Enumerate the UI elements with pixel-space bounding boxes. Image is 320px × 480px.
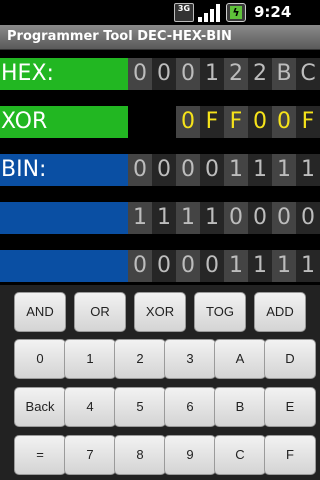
network-3g-icon: 3G [174,3,194,22]
bin-digit[interactable]: 0 [128,154,152,186]
bin-digit[interactable]: 0 [152,250,176,282]
key-d[interactable]: D [264,339,316,379]
key-7[interactable]: 7 [64,435,116,475]
bin-digit[interactable]: 1 [272,250,296,282]
bin-digit[interactable]: 0 [296,202,320,234]
xor-digits: 0 F F 0 0 F [128,106,320,138]
bin-digit[interactable]: 0 [128,250,152,282]
signal-icon [198,3,220,22]
xor-button[interactable]: XOR [134,292,186,332]
bin-digit[interactable]: 1 [272,154,296,186]
status-bar: 3G ϟ 9:24 PM [0,0,320,40]
xor-digit[interactable]: F [296,106,320,138]
key-6[interactable]: 6 [164,387,216,427]
bin-row-2: 1 1 1 1 0 0 0 0 [0,202,320,234]
key-1[interactable]: 1 [64,339,116,379]
bin-row-2-digits: 1 1 1 1 0 0 0 0 [128,202,320,234]
bin-digits: 0 0 0 0 1 1 1 1 [128,154,320,186]
bin-digit[interactable]: 0 [200,250,224,282]
key-a[interactable]: A [214,339,266,379]
xor-digit[interactable]: 0 [248,106,272,138]
bin-digit[interactable]: 0 [272,202,296,234]
xor-digit[interactable]: 0 [176,106,200,138]
bin-row-2-label [0,202,128,234]
xor-digit[interactable] [152,106,176,138]
hex-digit[interactable]: 2 [224,58,248,90]
key-e[interactable]: E [264,387,316,427]
equals-button[interactable]: = [14,435,66,475]
bin-digit[interactable]: 1 [248,154,272,186]
bin-digit[interactable]: 1 [200,202,224,234]
xor-row: XOR 0 F F 0 0 F [0,106,320,138]
xor-digit[interactable]: F [224,106,248,138]
bin-digit[interactable]: 1 [152,202,176,234]
hex-digit[interactable]: 0 [176,58,200,90]
bin-digit[interactable]: 0 [152,154,176,186]
bin-digit[interactable]: 1 [176,202,200,234]
or-button[interactable]: OR [74,292,126,332]
key-0[interactable]: 0 [14,339,66,379]
bin-digit[interactable]: 1 [296,250,320,282]
bin-digit[interactable]: 1 [224,250,248,282]
key-c[interactable]: C [214,435,266,475]
xor-digit[interactable]: F [200,106,224,138]
add-button[interactable]: ADD [254,292,306,332]
hex-digit[interactable]: C [296,58,320,90]
keypad: AND OR XOR TOG ADD 0 1 2 3 A D Back 4 5 … [0,285,320,480]
key-2[interactable]: 2 [114,339,166,379]
and-button[interactable]: AND [14,292,66,332]
bin-label: BIN: [0,154,128,186]
key-5[interactable]: 5 [114,387,166,427]
back-button[interactable]: Back [14,387,66,427]
hex-digit[interactable]: B [272,58,296,90]
key-b[interactable]: B [214,387,266,427]
hex-digits: 0 0 0 1 2 2 B C [128,58,320,90]
xor-digit[interactable]: 0 [272,106,296,138]
bin-digit[interactable]: 0 [176,250,200,282]
xor-digit[interactable] [128,106,152,138]
bin-digit[interactable]: 0 [176,154,200,186]
hex-row: HEX: 0 0 0 1 2 2 B C [0,58,320,90]
bin-row: BIN: 0 0 0 0 1 1 1 1 [0,154,320,186]
battery-charging-icon: ϟ [226,3,246,22]
title-bar: Programmer Tool DEC-HEX-BIN [0,25,320,50]
bin-digit[interactable]: 1 [296,154,320,186]
bin-digit[interactable]: 1 [248,250,272,282]
key-8[interactable]: 8 [114,435,166,475]
key-9[interactable]: 9 [164,435,216,475]
bin-row-3-label [0,250,128,282]
hex-label: HEX: [0,58,128,90]
hex-digit[interactable]: 0 [152,58,176,90]
bin-digit[interactable]: 0 [248,202,272,234]
bin-digit[interactable]: 1 [128,202,152,234]
bin-digit[interactable]: 0 [224,202,248,234]
hex-digit[interactable]: 0 [128,58,152,90]
xor-label: XOR [0,106,128,138]
bin-row-3-digits: 0 0 0 0 1 1 1 1 [128,250,320,282]
key-4[interactable]: 4 [64,387,116,427]
hex-digit[interactable]: 1 [200,58,224,90]
bin-digit[interactable]: 0 [200,154,224,186]
bin-row-3: 0 0 0 0 1 1 1 1 [0,250,320,282]
bin-digit[interactable]: 1 [224,154,248,186]
tog-button[interactable]: TOG [194,292,246,332]
app-title: Programmer Tool DEC-HEX-BIN [7,29,232,44]
hex-digit[interactable]: 2 [248,58,272,90]
key-3[interactable]: 3 [164,339,216,379]
key-f[interactable]: F [264,435,316,475]
